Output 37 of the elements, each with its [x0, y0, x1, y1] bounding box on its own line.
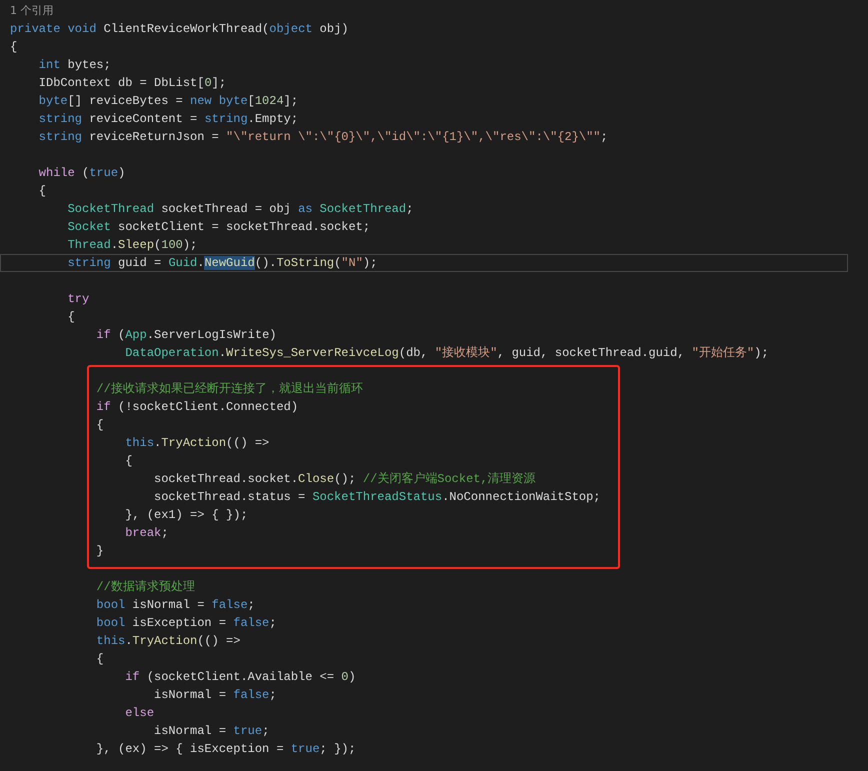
code-line: {	[38, 183, 46, 200]
code-line: socketThread.status = SocketThreadStatus.NoConnectionWaitStop;	[153, 489, 601, 506]
code-line: }	[95, 543, 104, 560]
code-line: bool isException = false;	[95, 615, 276, 632]
code-line: byte[] reviceBytes = new byte[1024];	[38, 93, 298, 110]
code-line: if (App.ServerLogIsWrite)	[95, 327, 276, 344]
code-line: IDbContext db = DbList[0];	[38, 75, 226, 92]
code-line: while (true)	[38, 165, 126, 182]
code-line: {	[66, 309, 75, 326]
code-line: {	[95, 651, 104, 668]
code-line: else	[124, 705, 154, 722]
code-line: }, (ex1) => { });	[124, 507, 248, 524]
code-line: if (socketClient.Available <= 0)	[124, 669, 356, 686]
code-line: this.TryAction(() =>	[124, 435, 270, 452]
reference-count[interactable]: 1 个引用	[10, 2, 54, 20]
code-line: Socket socketClient = socketThread.socket;	[66, 219, 370, 236]
code-line: string reviceReturnJson = "\"return \":\"{0}\",\"id\":\"{1}\",\"res\":\"{2}\"";	[38, 129, 608, 146]
code-line: Thread.Sleep(100);	[66, 237, 198, 254]
code-line: private void ClientReviceWorkThread(object obj)	[10, 21, 348, 38]
code-line: isNormal = true;	[153, 723, 270, 740]
code-line: isNormal = false;	[153, 687, 276, 704]
code-line: if (!socketClient.Connected)	[95, 399, 298, 416]
code-line: {	[95, 417, 104, 434]
code-line: socketThread.socket.Close(); //关闭客户端Socket,清理资源	[153, 470, 536, 488]
code-line: break;	[124, 525, 168, 542]
code-line: try	[66, 291, 90, 308]
code-line: SocketThread socketThread = obj as SocketThread;	[66, 201, 414, 218]
code-line: DataOperation.WriteSys_ServerReivceLog(db, "接收模块", guid, socketThread.guid, "开始任务");	[124, 345, 769, 362]
code-line: }, (ex) => { isException = true; });	[95, 741, 356, 758]
code-line: bool isNormal = false;	[95, 597, 255, 614]
code-line: //数据请求预处理	[95, 579, 195, 596]
code-line: this.TryAction(() =>	[95, 633, 240, 650]
code-line: //接收请求如果已经断开连接了，就退出当前循环	[95, 381, 363, 398]
code-line: string reviceContent = string.Empty;	[38, 111, 298, 128]
code-line: {	[124, 453, 132, 470]
code-line: int bytes;	[38, 57, 111, 74]
code-line: {	[10, 39, 18, 56]
